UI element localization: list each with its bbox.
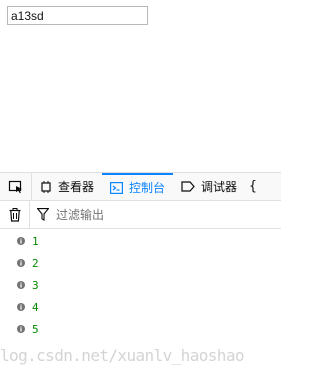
element-picker-icon — [8, 180, 22, 193]
info-icon — [17, 303, 31, 311]
inspector-icon — [40, 180, 52, 193]
log-message: 5 — [32, 322, 39, 336]
tab-label: 控制台 — [129, 181, 166, 195]
console-icon — [110, 181, 124, 194]
filter-output-input[interactable] — [56, 207, 256, 222]
info-icon — [17, 281, 31, 289]
trash-icon — [9, 207, 20, 222]
watermark: log.csdn.net/xuanlv_haoshao — [0, 346, 244, 365]
console-log: 1 2 3 4 5 — [0, 230, 281, 340]
log-message: 3 — [32, 278, 39, 292]
log-row: 5 — [0, 318, 281, 340]
log-message: 1 — [32, 234, 39, 248]
text-input[interactable] — [7, 6, 148, 25]
log-message: 4 — [32, 300, 39, 314]
console-filter-bar — [0, 201, 281, 229]
debugger-icon — [181, 181, 195, 192]
log-message: 2 — [32, 256, 39, 270]
tab-label: 查看器 — [58, 180, 95, 194]
log-row: 3 — [0, 274, 281, 296]
devtools-toolbar: 查看器 控制台 调试器 { — [0, 172, 281, 201]
clear-console-button[interactable] — [0, 201, 30, 228]
tab-debugger[interactable]: 调试器 — [173, 173, 245, 200]
style-editor-icon: { — [249, 179, 257, 194]
info-icon — [17, 325, 31, 333]
tab-console[interactable]: 控制台 — [102, 173, 174, 200]
tab-label: 调试器 — [201, 180, 238, 194]
log-row: 1 — [0, 230, 281, 252]
log-row: 4 — [0, 296, 281, 318]
info-icon — [17, 259, 31, 267]
filter-icon — [30, 208, 56, 221]
element-picker-button[interactable] — [0, 173, 32, 200]
tab-inspector[interactable]: 查看器 — [32, 173, 102, 200]
info-icon — [17, 237, 31, 245]
tab-style-editor[interactable]: { — [245, 173, 257, 200]
log-row: 2 — [0, 252, 281, 274]
